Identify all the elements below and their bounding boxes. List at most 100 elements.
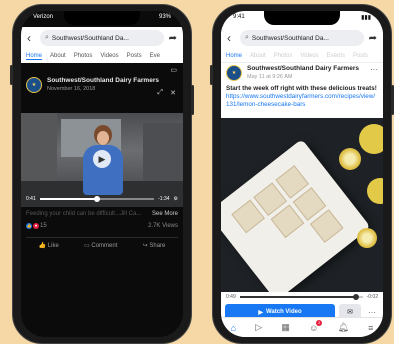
tab-videos[interactable]: Videos — [100, 53, 118, 59]
view-count: 2.7K Views — [148, 223, 178, 229]
phone-right: 9:41 ▮▮▮ ‹ ⌕ Southwest/Southland Da... ➦… — [210, 4, 394, 344]
search-icon: ⌕ — [245, 34, 249, 41]
video-scrubber[interactable] — [239, 294, 363, 300]
love-reaction-icon: ♥ — [33, 223, 39, 229]
page-tabs: Home About Photos Videos Events Posts — [221, 49, 383, 63]
tab-events[interactable]: Events — [327, 53, 345, 59]
marketplace-icon[interactable]: ▦ — [281, 322, 290, 333]
lemon — [359, 124, 383, 154]
notch — [264, 11, 340, 25]
settings-icon[interactable]: ⚙ — [174, 196, 178, 202]
comment-button[interactable]: ▭ Comment — [84, 242, 117, 249]
cast-icon[interactable]: ▭ — [170, 66, 177, 74]
comment-label: Comment — [91, 243, 118, 249]
notch — [64, 11, 140, 25]
search-bar: ‹ ⌕ Southwest/Southland Da... ➦ — [221, 27, 383, 49]
lemon-slice — [357, 228, 377, 248]
expand-icon[interactable]: ⤢ — [157, 89, 163, 97]
tab-events[interactable]: Eve — [150, 53, 160, 59]
tab-photos[interactable]: Photos — [74, 53, 93, 59]
thumbs-up-icon: 👍 — [38, 243, 47, 249]
back-arrow-icon[interactable]: ‹ — [227, 31, 235, 45]
screen-right: 9:41 ▮▮▮ ‹ ⌕ Southwest/Southland Da... ➦… — [221, 11, 383, 337]
time-label: 9:41 — [233, 14, 245, 20]
search-text: Southwest/Southland Da... — [251, 34, 329, 42]
like-label: Like — [47, 243, 59, 249]
see-more-link[interactable]: See More — [152, 211, 178, 217]
tab-home[interactable]: Home — [26, 53, 43, 60]
video-progress-fill — [39, 198, 97, 200]
tab-about[interactable]: About — [50, 53, 66, 59]
post-caption: Feeding your child can be difficult...Ji… — [26, 211, 178, 217]
search-icon: ⌕ — [45, 34, 49, 41]
comment-icon: ▭ — [84, 243, 90, 249]
video-progress-fill — [239, 296, 357, 298]
video-elapsed: 0:41 — [26, 196, 36, 202]
video-remaining: -1:34 — [158, 196, 170, 202]
watch-video-label: Watch Video — [265, 309, 302, 315]
share-arrow-icon[interactable]: ➦ — [369, 33, 377, 44]
home-icon[interactable]: ⌂ — [231, 323, 236, 333]
volume-button — [210, 65, 213, 85]
groups-icon[interactable]: ☺ 2 — [309, 319, 323, 333]
search-input[interactable]: ⌕ Southwest/Southland Da... — [40, 30, 164, 46]
page-name[interactable]: Southwest/Southland Dairy Farmers — [47, 77, 159, 85]
video-scrubber[interactable] — [39, 196, 155, 202]
video-scrubber-knob[interactable] — [353, 294, 360, 300]
page-logo-icon[interactable]: ★ — [26, 77, 42, 93]
search-bar: ‹ ⌕ Southwest/Southland Da... ➦ — [21, 27, 183, 49]
post-message: Start the week off right with these deli… — [226, 85, 377, 92]
page-logo-icon[interactable]: ★ — [226, 65, 242, 81]
screen-left: Verizon 93% ‹ ⌕ Southwest/Southland Da..… — [21, 11, 183, 337]
bottom-nav: ⌂ ▷ ▦ ☺ 2 🔔︎ ≡ — [221, 317, 383, 337]
video-elapsed: 0:49 — [226, 294, 236, 300]
bell-icon[interactable]: 🔔︎ — [337, 322, 348, 333]
post-header: ★ Southwest/Southland Dairy Farmers May … — [226, 65, 378, 81]
recipe-link[interactable]: https://www.southwestdairyfarmers.com/re… — [226, 93, 378, 109]
post-actions: 👍 Like ▭ Comment ↪ Share — [26, 237, 178, 249]
reaction-summary: 👍 ♥ 15 2.7K Views — [26, 223, 178, 229]
post-text: Start the week off right with these deli… — [226, 85, 378, 109]
video-player[interactable]: ▶ 0:41 -1:34 ⚙ — [21, 113, 183, 207]
lemon-slice — [339, 148, 361, 170]
lemon — [367, 178, 383, 204]
video-remaining: -0:02 — [366, 294, 378, 300]
presenter-face — [97, 131, 109, 145]
page-name[interactable]: Southwest/Southland Dairy Farmers — [247, 65, 359, 73]
video-player[interactable] — [221, 118, 383, 292]
close-icon[interactable]: ✕ — [170, 89, 176, 97]
reaction-count[interactable]: 15 — [40, 223, 47, 229]
post-date: November 16, 2018 — [47, 86, 96, 92]
tab-videos[interactable]: Videos — [300, 53, 318, 59]
share-button[interactable]: ↪ Share — [143, 242, 166, 249]
search-input[interactable]: ⌕ Southwest/Southland Da... — [240, 30, 364, 46]
more-options-icon[interactable]: ··· — [370, 65, 378, 81]
like-button[interactable]: 👍 Like — [39, 242, 59, 249]
caption-text: Feeding your child can be difficult...Ji… — [26, 211, 142, 217]
play-circle-icon: ▶ — [258, 309, 263, 316]
notification-badge: 2 — [316, 319, 323, 326]
power-button — [191, 85, 194, 115]
tab-posts[interactable]: Posts — [127, 53, 142, 59]
phone-left: Verizon 93% ‹ ⌕ Southwest/Southland Da..… — [10, 4, 194, 344]
watch-icon[interactable]: ▷ — [255, 322, 262, 333]
tab-about[interactable]: About — [250, 53, 266, 59]
tab-photos[interactable]: Photos — [274, 53, 293, 59]
play-icon[interactable]: ▶ — [93, 150, 111, 168]
tab-posts[interactable]: Posts — [353, 53, 368, 59]
carrier-label: Verizon — [33, 14, 54, 20]
post-date: May 11 at 9:26 AM — [247, 74, 293, 80]
video-scrubber-knob[interactable] — [93, 196, 100, 202]
battery-label: 93% — [158, 14, 171, 20]
like-reaction-icon: 👍 — [26, 223, 32, 229]
post-header: ★ Southwest/Southland Dairy Farmers Nove… — [26, 77, 178, 93]
menu-icon[interactable]: ≡ — [368, 323, 373, 333]
volume-button — [10, 65, 13, 85]
video-controls: 0:49 -0:02 — [221, 292, 383, 302]
page-tabs: Home About Photos Videos Posts Eve — [21, 49, 183, 63]
back-arrow-icon[interactable]: ‹ — [27, 31, 35, 45]
tab-home[interactable]: Home — [226, 53, 242, 59]
messenger-icon: ✉ — [347, 309, 353, 316]
share-arrow-icon[interactable]: ➦ — [169, 33, 177, 44]
search-text: Southwest/Southland Da... — [51, 34, 129, 42]
